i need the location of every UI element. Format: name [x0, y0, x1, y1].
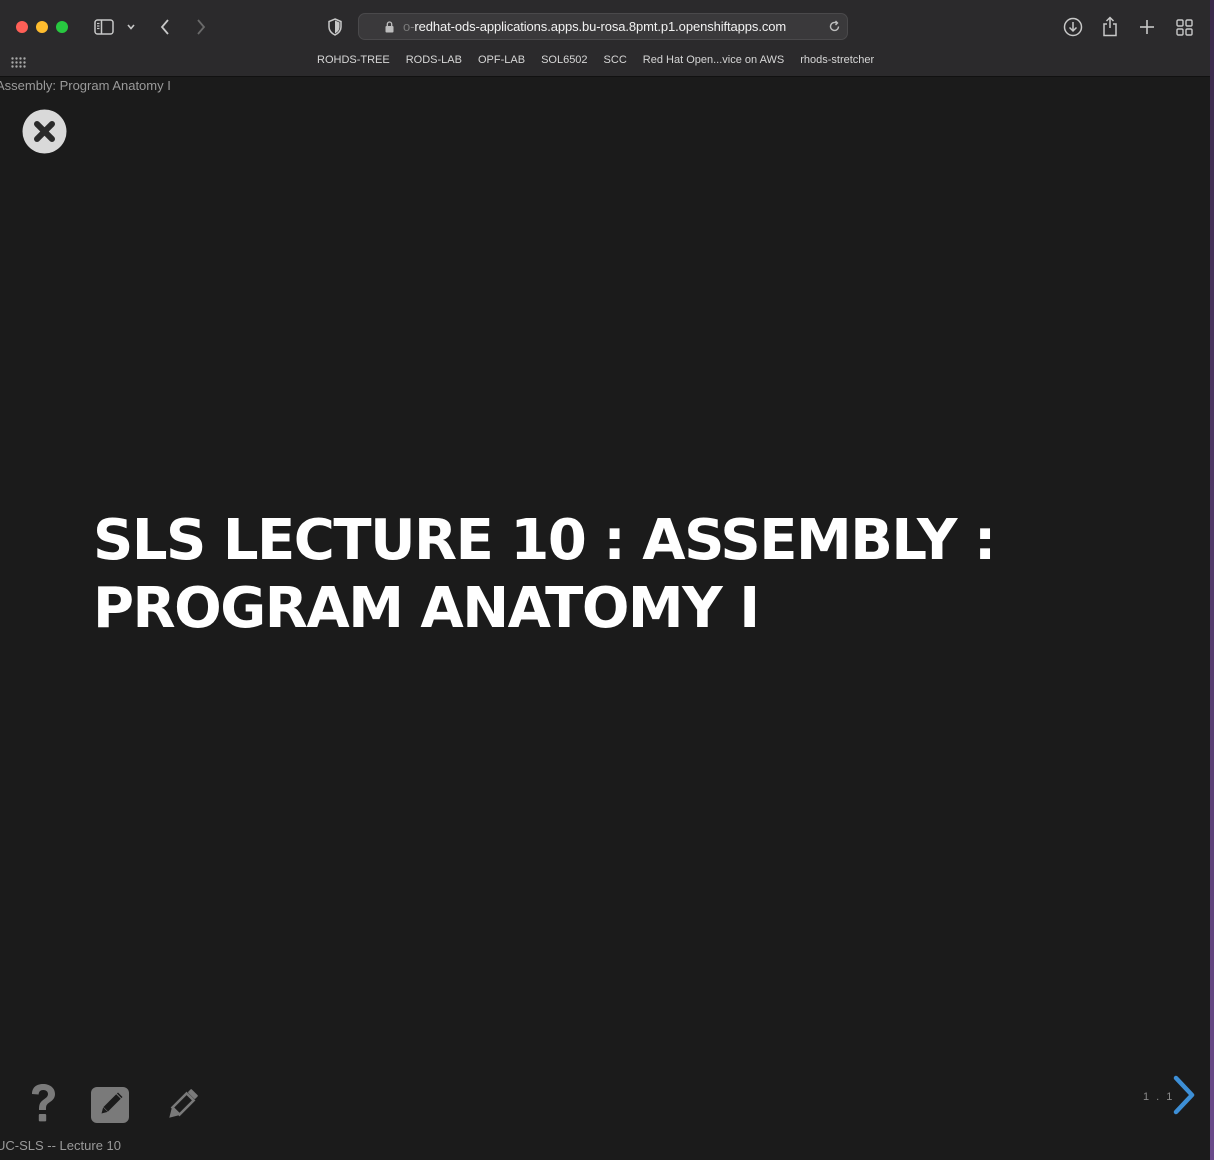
- tab-overview-icon[interactable]: [1174, 17, 1194, 37]
- lock-icon: [385, 20, 394, 38]
- zoom-window-button[interactable]: [56, 21, 68, 33]
- bookmark-opf-lab[interactable]: OPF-LAB: [478, 54, 525, 66]
- bookmark-scc[interactable]: SCC: [604, 54, 627, 66]
- slide-title-line-2: Program Anatomy I: [93, 576, 760, 641]
- slide-title-line-1: SLS Lecture 10 : Assembly :: [93, 508, 996, 573]
- minimize-window-button[interactable]: [36, 21, 48, 33]
- url-faded-prefix: o-: [403, 19, 415, 34]
- downloads-icon[interactable]: [1062, 16, 1084, 38]
- chevron-down-icon[interactable]: [125, 21, 137, 33]
- reload-icon[interactable]: [828, 20, 841, 38]
- back-arrow-icon[interactable]: [157, 17, 173, 37]
- slide-header-caption: Assembly: Program Anatomy I: [0, 78, 171, 93]
- browser-toolbar: o-redhat-ods-applications.apps.bu-rosa.8…: [0, 0, 1214, 77]
- pencil-icon[interactable]: [162, 1085, 202, 1130]
- favorites-grid-icon[interactable]: [11, 55, 26, 73]
- browser-window: o-redhat-ods-applications.apps.bu-rosa.8…: [0, 0, 1214, 1160]
- bookmark-sol6502[interactable]: SOL6502: [541, 54, 587, 66]
- url-text: o-redhat-ods-applications.apps.bu-rosa.8…: [403, 19, 786, 34]
- privacy-shield-icon[interactable]: [326, 17, 344, 37]
- slide-viewport: Assembly: Program Anatomy I SLS Lecture …: [0, 77, 1210, 1160]
- bookmarks-bar: ROHDS-TREE RODS-LAB OPF-LAB SOL6502 SCC …: [0, 52, 1214, 72]
- bookmark-rohds-tree[interactable]: ROHDS-TREE: [317, 54, 390, 66]
- address-bar[interactable]: o-redhat-ods-applications.apps.bu-rosa.8…: [358, 13, 848, 40]
- sidebar-toggle-icon[interactable]: [93, 17, 115, 37]
- share-icon[interactable]: [1100, 15, 1120, 37]
- question-mark-icon[interactable]: [26, 1083, 60, 1128]
- pencil-square-icon[interactable]: [91, 1087, 129, 1128]
- slide-title: SLS Lecture 10 : Assembly : Program Anat…: [93, 507, 1093, 643]
- bookmark-rhods-stretcher[interactable]: rhods-stretcher: [800, 54, 874, 66]
- close-icon[interactable]: [22, 109, 67, 154]
- forward-arrow-icon[interactable]: [193, 17, 209, 37]
- close-window-button[interactable]: [16, 21, 28, 33]
- url-main: redhat-ods-applications.apps.bu-rosa.8pm…: [414, 19, 787, 34]
- bookmark-rods-lab[interactable]: RODS-LAB: [406, 54, 462, 66]
- slide-footer-caption: UC-SLS -- Lecture 10: [0, 1138, 121, 1153]
- chevron-right-icon[interactable]: [1170, 1075, 1198, 1115]
- bookmark-red-hat-open[interactable]: Red Hat Open...vice on AWS: [643, 54, 784, 66]
- new-tab-icon[interactable]: [1137, 17, 1157, 37]
- bookmark-list: ROHDS-TREE RODS-LAB OPF-LAB SOL6502 SCC …: [317, 54, 890, 66]
